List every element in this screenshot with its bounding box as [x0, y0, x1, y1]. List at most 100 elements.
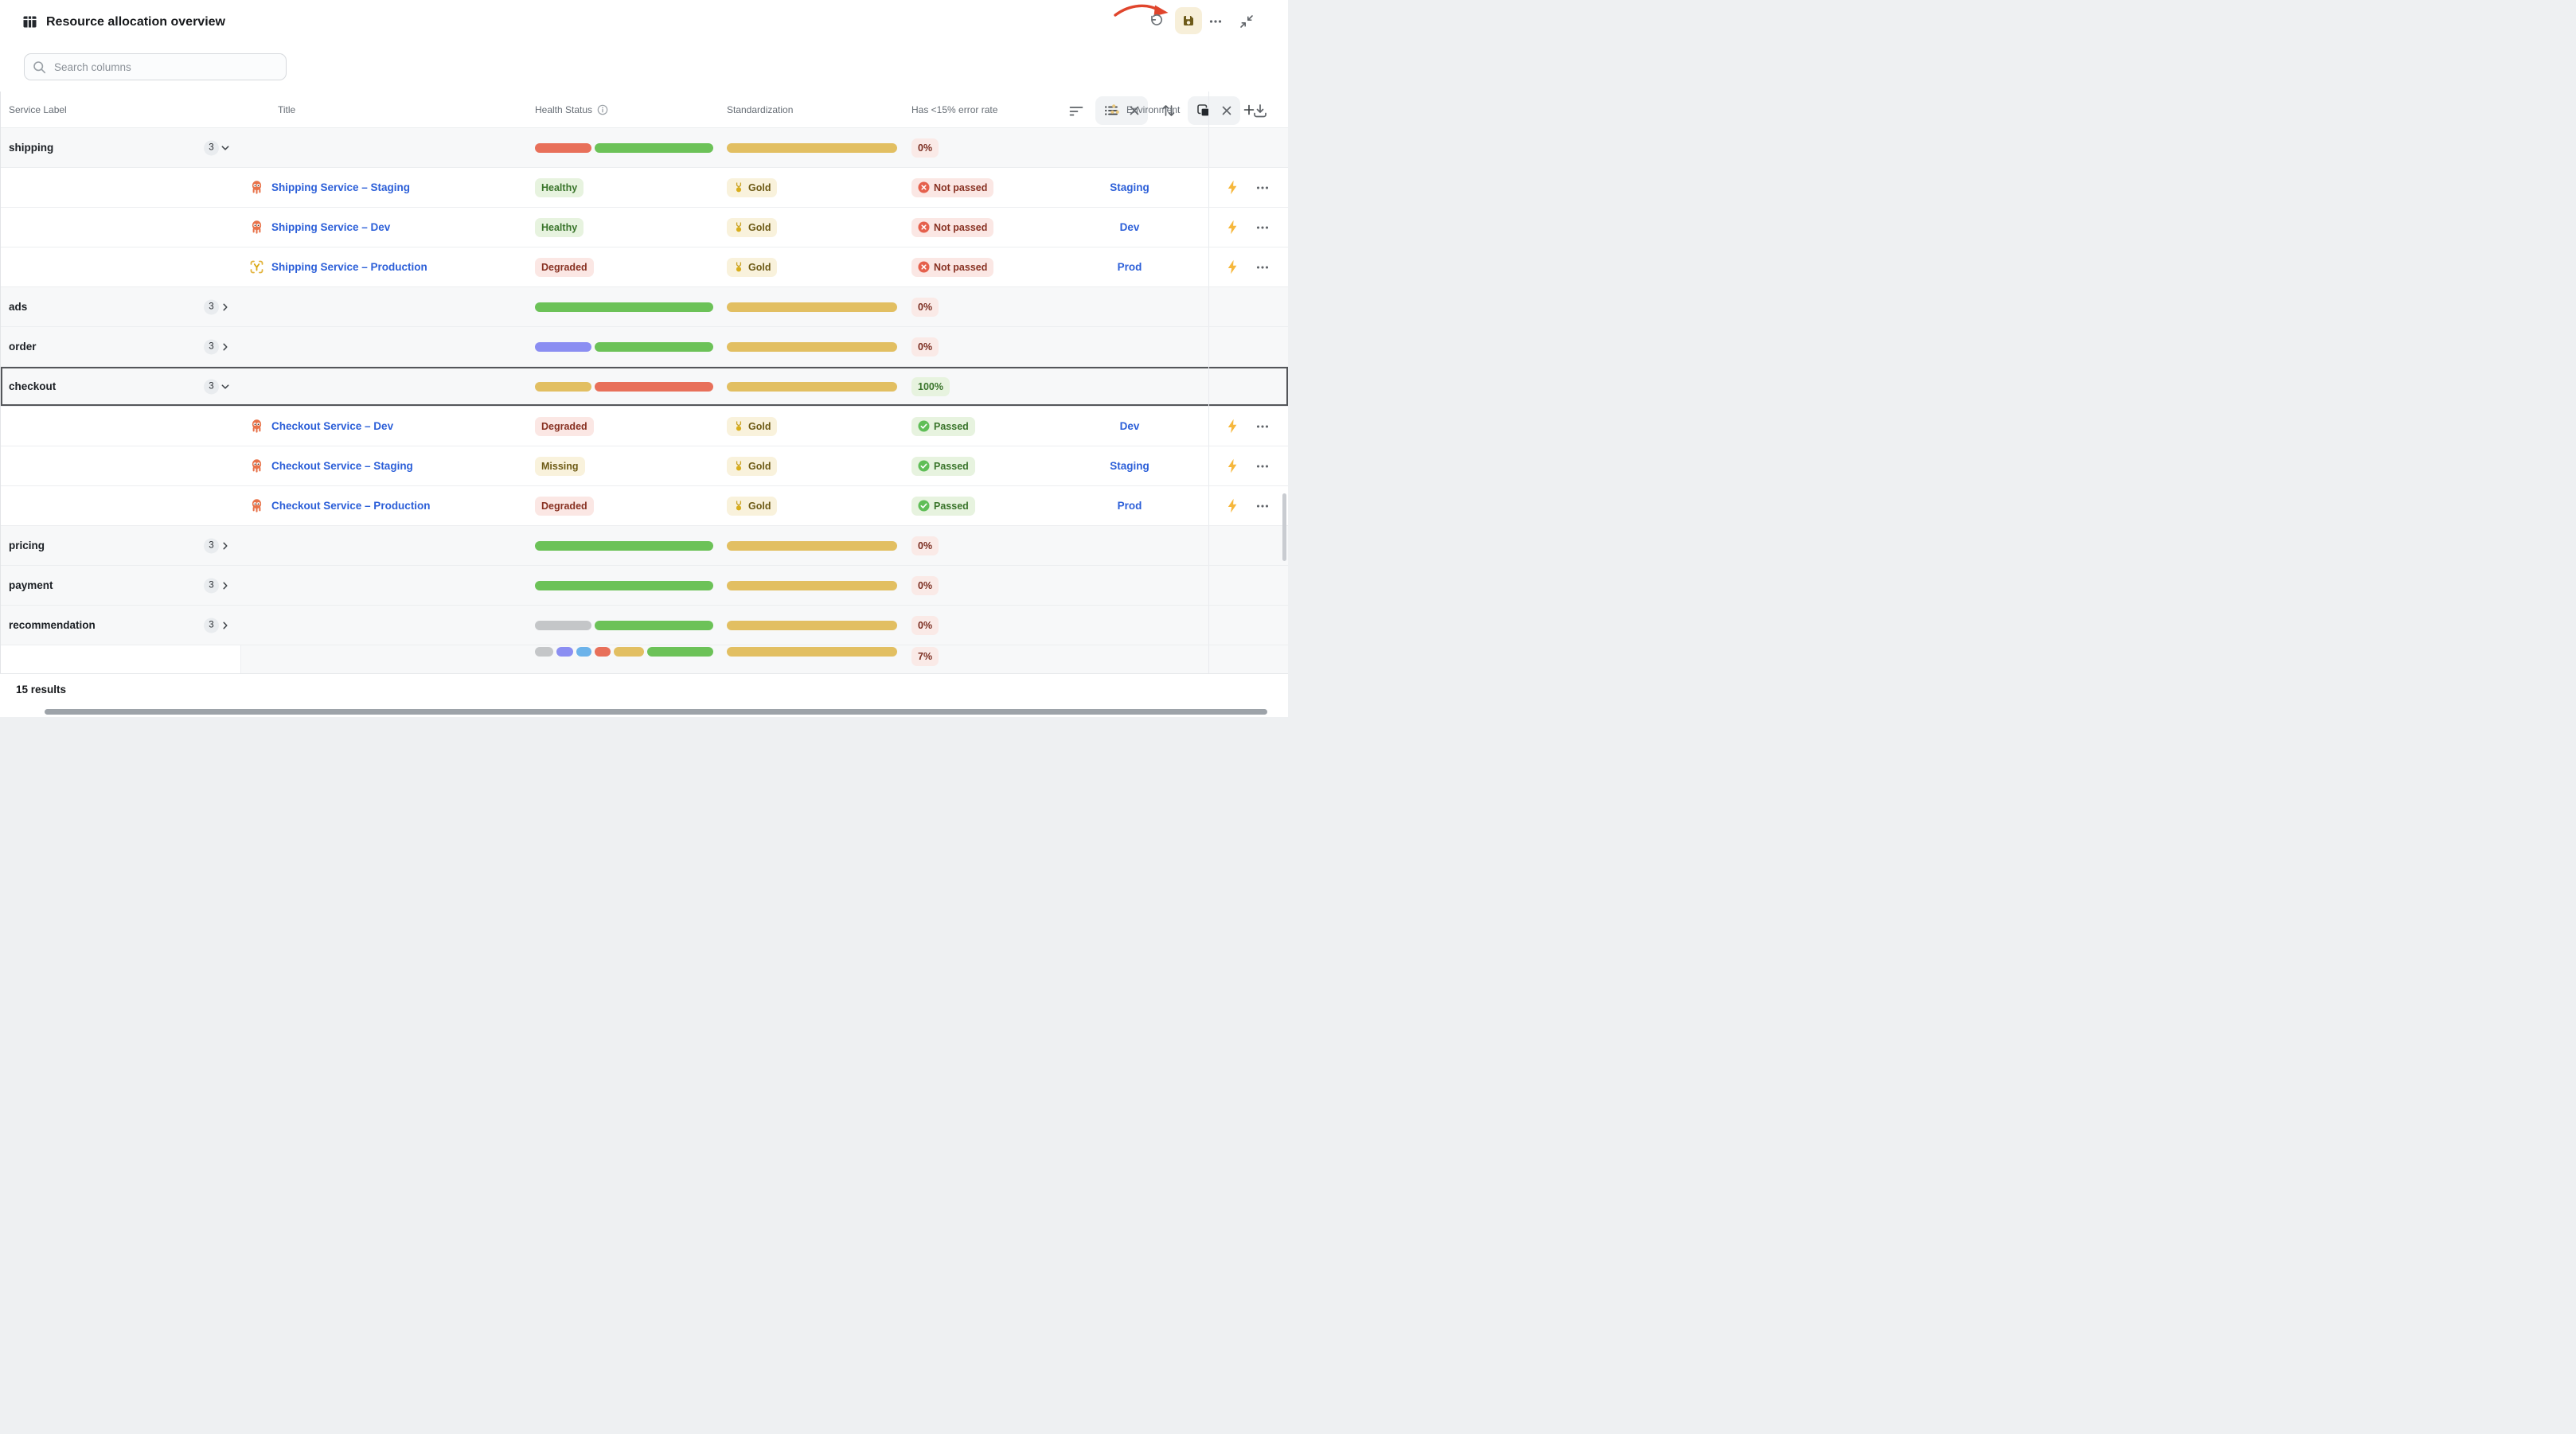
circle-x-icon: [918, 181, 930, 193]
standardization-cell: [727, 367, 897, 406]
service-label-cell: [9, 247, 241, 286]
column-header-standardization[interactable]: Standardization: [727, 92, 793, 127]
environment-link[interactable]: Prod: [1118, 261, 1142, 273]
resource-allocation-app: Resource allocation overview: [0, 0, 1288, 717]
error-rate-check-badge-label: Passed: [934, 461, 969, 472]
bolt-icon[interactable]: [1226, 180, 1239, 195]
bar-segment-green: [595, 143, 713, 153]
save-button[interactable]: [1175, 7, 1202, 34]
environment-link[interactable]: Dev: [1120, 221, 1140, 233]
service-row[interactable]: Shipping Service – DevHealthyGoldNot pas…: [1, 208, 1288, 247]
circle-check-icon: [918, 420, 930, 432]
row-menu-icon[interactable]: [1255, 499, 1270, 513]
standardization-cell: Gold: [727, 247, 897, 286]
chevron-right-icon[interactable]: [221, 621, 230, 630]
horizontal-scrollbar[interactable]: [45, 709, 1267, 715]
bolt-icon[interactable]: [1226, 498, 1239, 513]
service-row[interactable]: Checkout Service – DevDegradedGoldPassed…: [1, 407, 1288, 446]
search-input[interactable]: [53, 60, 278, 74]
summary-row[interactable]: 7%: [1, 645, 1288, 674]
service-row[interactable]: Shipping Service – ProductionDegradedGol…: [1, 247, 1288, 287]
environment-link[interactable]: Prod: [1118, 500, 1142, 512]
column-header-service-label[interactable]: Service Label: [9, 92, 67, 127]
health-status-bar: [535, 382, 713, 392]
row-menu-icon[interactable]: [1255, 220, 1270, 235]
error-rate-badge: 0%: [911, 616, 939, 635]
standardization-bar: [727, 621, 897, 630]
error-rate-badge: 0%: [911, 337, 939, 357]
title-cell: [249, 526, 520, 565]
window-header: Resource allocation overview: [0, 0, 1288, 45]
environment-cell: Staging: [1071, 446, 1188, 485]
more-options-button[interactable]: [1208, 14, 1224, 29]
bar-segment-green: [535, 581, 713, 590]
service-title-link[interactable]: Shipping Service – Staging: [271, 181, 410, 193]
error-rate-check-badge: Passed: [911, 417, 975, 436]
vertical-scrollbar[interactable]: [1282, 493, 1286, 561]
info-icon[interactable]: [597, 104, 608, 115]
environment-link[interactable]: Dev: [1120, 420, 1140, 432]
group-count-badge: 3: [204, 140, 219, 155]
group-row-payment[interactable]: payment3 0%: [1, 566, 1288, 606]
group-row-pricing[interactable]: pricing30%: [1, 526, 1288, 566]
service-title-link[interactable]: Shipping Service – Dev: [271, 221, 390, 233]
bolt-icon[interactable]: [1226, 259, 1239, 275]
column-header-error-rate[interactable]: Has <15% error rate: [911, 92, 997, 127]
column-header-health-status[interactable]: Health Status: [535, 92, 608, 127]
standardization-badge: Gold: [727, 497, 777, 516]
chevron-right-icon[interactable]: [221, 342, 230, 352]
group-row-shipping[interactable]: shipping30%: [1, 128, 1288, 168]
service-row[interactable]: Shipping Service – StagingHealthyGoldNot…: [1, 168, 1288, 208]
table-icon: [22, 14, 37, 29]
health-status-cell: Missing: [535, 446, 713, 485]
bolt-icon[interactable]: [1226, 458, 1239, 473]
column-header-environment[interactable]: Environment: [1110, 92, 1180, 127]
environment-cell: [1071, 645, 1188, 674]
group-row-checkout[interactable]: checkout3100%: [1, 367, 1288, 407]
row-menu-icon[interactable]: [1255, 181, 1270, 195]
health-status-cell: [535, 287, 713, 326]
error-rate-badge-label: 0%: [918, 540, 932, 551]
chevron-right-icon[interactable]: [221, 581, 230, 590]
chevron-down-icon[interactable]: [221, 382, 230, 392]
bar-segment-red: [595, 382, 713, 392]
standardization-bar: [727, 342, 897, 352]
group-row-recommendation[interactable]: recommendation30%: [1, 606, 1288, 645]
service-title-link[interactable]: Shipping Service – Production: [271, 261, 427, 273]
environment-link[interactable]: Staging: [1110, 181, 1149, 193]
service-label-cell: payment3: [9, 566, 241, 605]
collapse-button[interactable]: [1239, 14, 1255, 29]
row-actions-cell: [1208, 606, 1288, 645]
group-row-order[interactable]: order30%: [1, 327, 1288, 367]
health-status-badge-label: Degraded: [541, 501, 587, 512]
plus-icon: [1243, 103, 1255, 116]
circle-x-icon: [918, 261, 930, 273]
error-rate-cell: Passed: [911, 407, 1063, 446]
error-rate-check-badge: Not passed: [911, 178, 993, 197]
bar-segment-gray: [535, 621, 591, 630]
service-title-link[interactable]: Checkout Service – Staging: [271, 460, 413, 472]
error-rate-badge: 0%: [911, 576, 939, 595]
error-rate-check-badge-label: Passed: [934, 421, 969, 432]
row-menu-icon[interactable]: [1255, 419, 1270, 434]
column-header-title[interactable]: Title: [278, 92, 295, 127]
standardization-badge-label: Gold: [748, 501, 771, 512]
service-row[interactable]: Checkout Service – StagingMissingGoldPas…: [1, 446, 1288, 486]
group-row-ads[interactable]: ads30%: [1, 287, 1288, 327]
row-menu-icon[interactable]: [1255, 459, 1270, 473]
environment-link[interactable]: Staging: [1110, 460, 1149, 472]
bolt-icon[interactable]: [1226, 419, 1239, 434]
chevron-right-icon[interactable]: [221, 302, 230, 312]
chevron-right-icon[interactable]: [221, 541, 230, 551]
service-row[interactable]: Checkout Service – Production Degraded Gol…: [1, 486, 1288, 526]
health-status-bar: [535, 647, 713, 657]
row-menu-icon[interactable]: [1255, 260, 1270, 275]
undo-button[interactable]: [1148, 14, 1164, 29]
row-actions-cell: [1208, 128, 1288, 167]
service-title-link[interactable]: Checkout Service – Dev: [271, 420, 393, 432]
group-label: order: [9, 341, 37, 353]
chevron-down-icon[interactable]: [221, 143, 230, 153]
add-column-button[interactable]: [1208, 92, 1288, 127]
service-title-link[interactable]: Checkout Service – Production: [271, 500, 431, 512]
bolt-icon[interactable]: [1226, 220, 1239, 235]
